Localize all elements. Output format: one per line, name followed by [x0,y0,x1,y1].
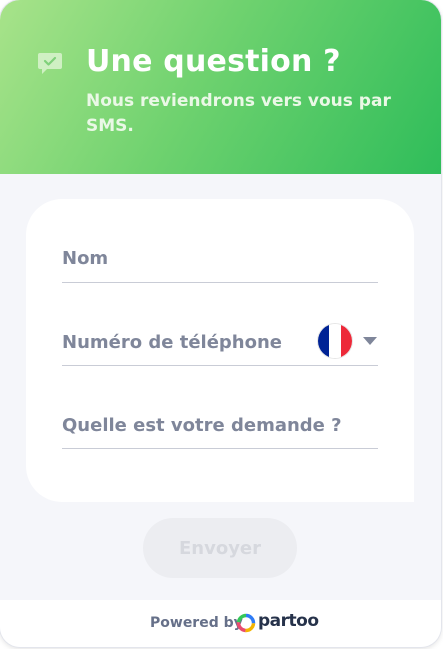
request-field-label: Quelle est votre demande ? [62,415,342,436]
partoo-brand-text[interactable]: partoo [258,611,319,631]
phone-field-label: Numéro de téléphone [62,332,282,353]
contact-widget: Une question ? Nous reviendrons vers vou… [0,0,441,647]
phone-field[interactable]: Numéro de téléphone [62,320,378,366]
powered-by-text: Powered by [150,615,243,631]
widget-title: Une question ? [86,44,341,79]
request-field[interactable]: Quelle est votre demande ? [62,404,378,449]
chevron-down-icon[interactable] [363,337,377,345]
widget-subtitle: Nous reviendrons vers vous par SMS. [86,91,391,136]
form-card: Nom Numéro de téléphone Quelle est votre… [26,199,414,502]
widget-header: Une question ? Nous reviendrons vers vou… [0,0,441,174]
chat-check-icon [38,53,62,74]
partoo-logo-icon[interactable] [236,613,256,633]
name-field[interactable]: Nom [62,239,378,283]
flag-fr-icon[interactable] [318,324,352,358]
widget-footer: Powered by partoo [0,600,441,647]
send-button[interactable]: Envoyer [143,518,297,578]
name-field-label: Nom [62,248,109,269]
